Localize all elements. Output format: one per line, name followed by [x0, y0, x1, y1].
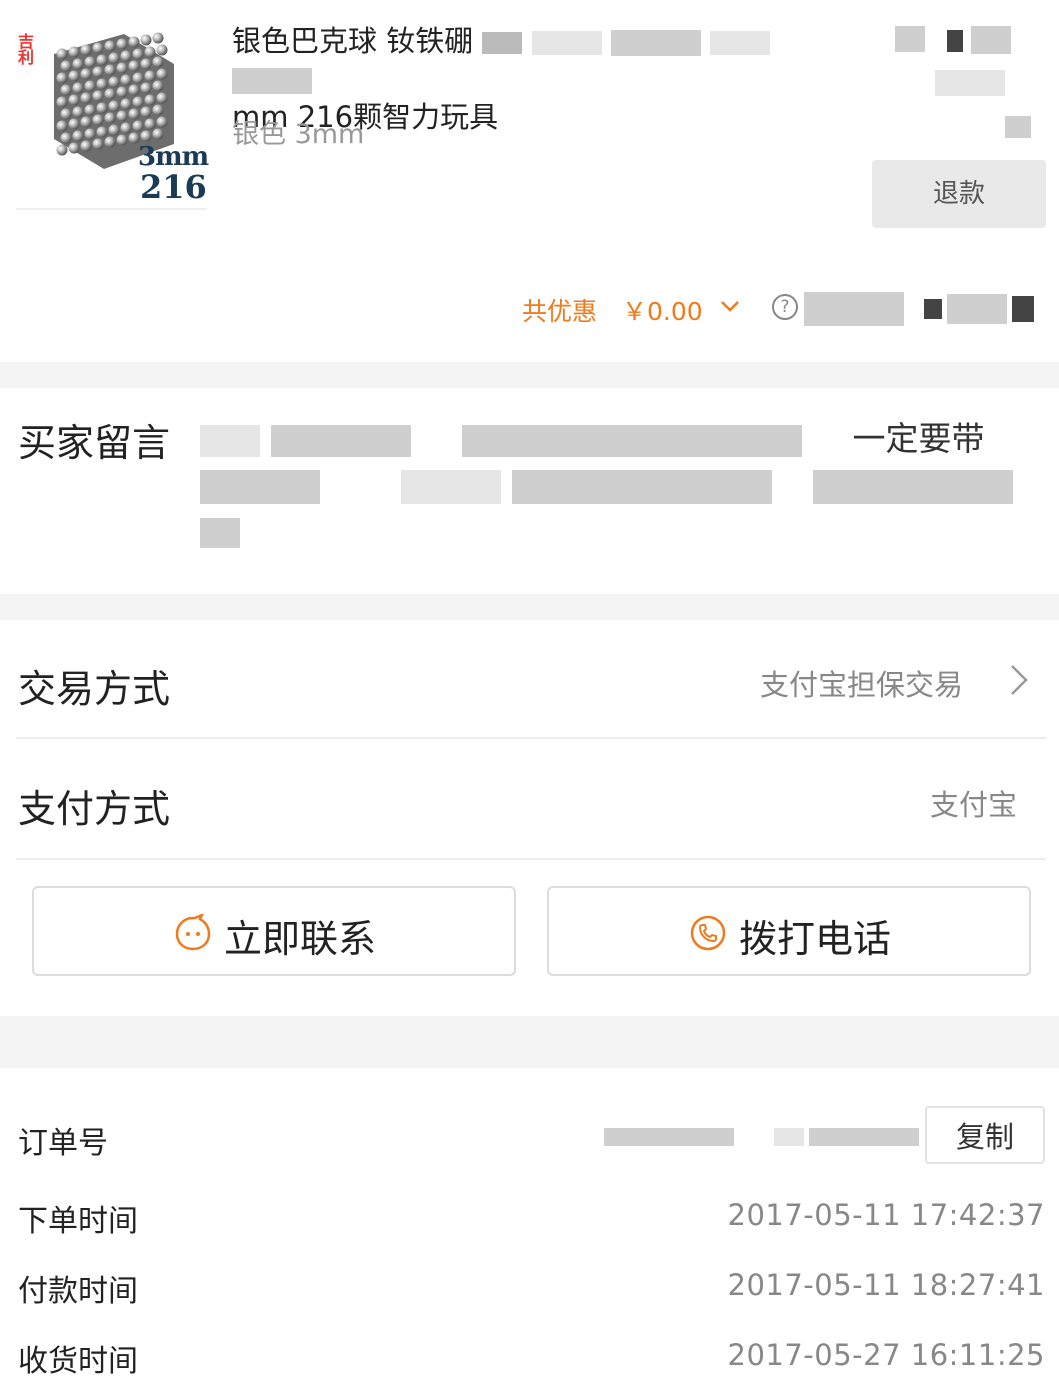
thumb-count-text: 216 [140, 168, 207, 206]
payment-method-value: 支付宝 [930, 788, 1018, 822]
buyer-message-section: 买家留言 一定要带 [0, 388, 1059, 594]
product-title-line1: 银色巴克球 钕铁硼 [232, 24, 474, 58]
help-icon[interactable]: ? [772, 294, 798, 320]
contact-button[interactable]: 立即联系 [32, 886, 516, 976]
section-gap [0, 1016, 1059, 1068]
received-time-label: 收货时间 [18, 1344, 138, 1379]
created-time-label: 下单时间 [18, 1204, 138, 1239]
product-sku: 银色 3mm [232, 119, 365, 150]
copy-order-number-button[interactable]: 复制 [925, 1106, 1045, 1164]
chevron-right-icon[interactable] [1008, 662, 1032, 698]
paid-time-label: 付款时间 [18, 1274, 138, 1309]
order-number-label: 订单号 [18, 1126, 108, 1161]
trade-method-label: 交易方式 [18, 667, 171, 711]
paid-time-value: 2017-05-11 18:27:41 [727, 1268, 1045, 1302]
buyer-message-text: 一定要带 [200, 416, 1030, 554]
order-info-section: 订单号 下单时间 2017-05-11 17:42:37 付款时间 2017-0… [0, 1068, 1059, 1386]
product-thumbnail[interactable]: 吉利 3mm 216 [16, 14, 209, 210]
chat-icon [175, 914, 211, 951]
price-redacted [895, 20, 1045, 140]
product-section: 吉利 3mm 216 银色巴克球 钕铁硼 mm 216颗智力玩具 银色 3mm … [0, 0, 1059, 362]
section-gap [0, 362, 1059, 388]
chevron-down-icon[interactable] [718, 294, 742, 318]
divider [16, 737, 1046, 739]
redacted-text [531, 31, 602, 55]
paid-amount-redacted [804, 292, 1035, 326]
call-button[interactable]: 拨打电话 [547, 886, 1031, 976]
phone-icon [690, 915, 726, 951]
redacted-text [232, 68, 312, 94]
redacted-text [610, 30, 701, 56]
trade-method-value[interactable]: 支付宝担保交易 [760, 662, 963, 704]
contact-button-label: 立即联系 [224, 917, 377, 961]
payment-method-label: 支付方式 [18, 787, 171, 831]
discount-value: ￥0.00 [622, 297, 703, 326]
divider [16, 858, 1046, 860]
received-time-value: 2017-05-27 16:11:25 [727, 1338, 1045, 1372]
call-button-label: 拨打电话 [739, 917, 892, 961]
redacted-text [482, 32, 523, 54]
created-time-value: 2017-05-11 17:42:37 [727, 1198, 1045, 1232]
brand-logo: 吉利 [18, 32, 35, 67]
order-number-redacted [604, 1126, 920, 1146]
discount-row: 共优惠 ￥0.00 ? [0, 286, 1059, 336]
buyer-message-visible: 一定要带 [852, 419, 985, 458]
refund-button[interactable]: 退款 [872, 160, 1046, 228]
redacted-text [710, 31, 771, 55]
discount-label: 共优惠 [522, 297, 598, 326]
buyer-message-label: 买家留言 [18, 421, 171, 465]
section-gap [0, 594, 1059, 620]
